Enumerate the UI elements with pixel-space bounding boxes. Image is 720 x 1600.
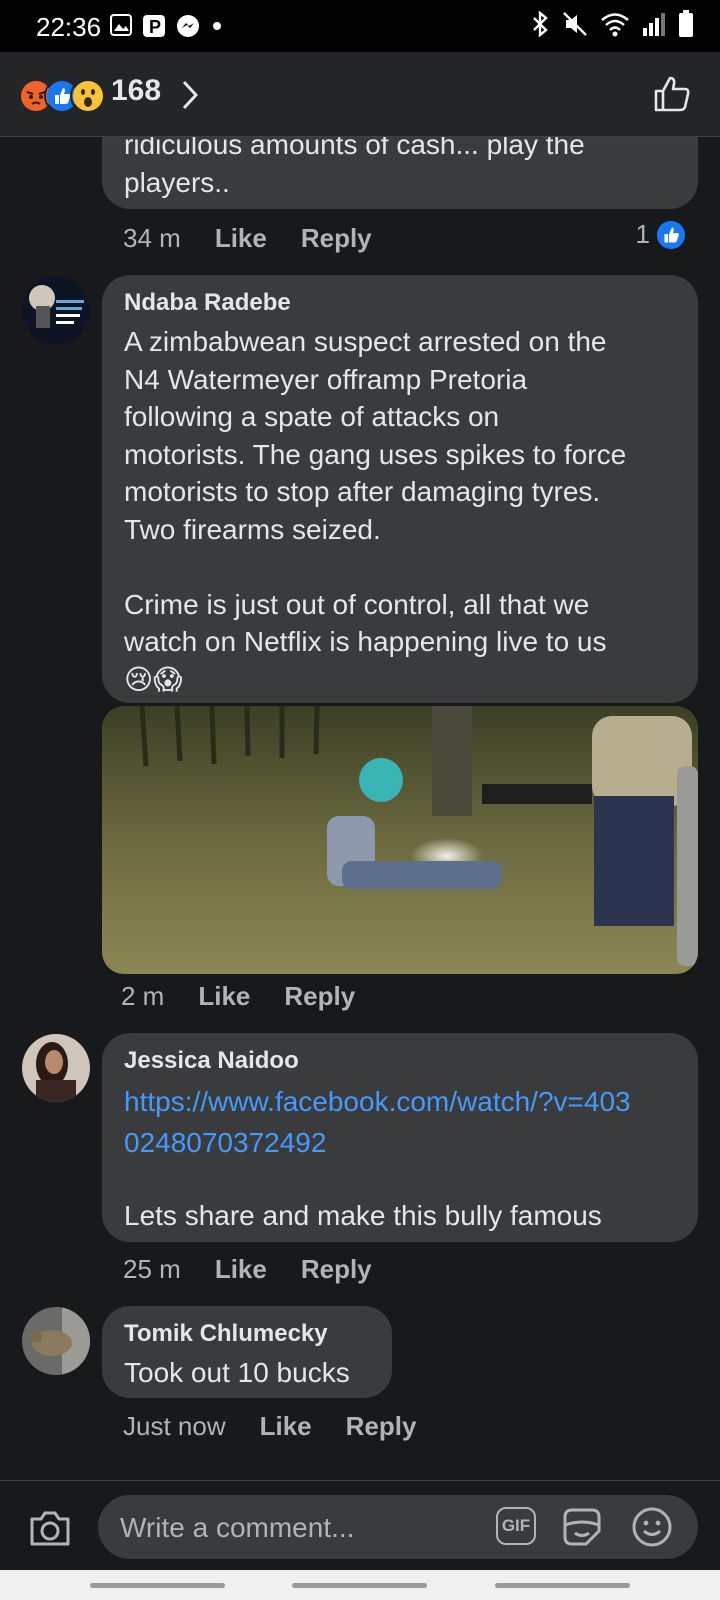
reaction-count[interactable]: 168 bbox=[111, 74, 161, 108]
gif-label: GIF bbox=[501, 1516, 531, 1535]
camera-icon[interactable] bbox=[28, 1509, 72, 1547]
emoji-icon[interactable] bbox=[630, 1505, 674, 1549]
status-time: 22:36 bbox=[36, 12, 102, 42]
comment-feed[interactable]: ridiculous amounts of cash... play the p… bbox=[0, 137, 720, 1480]
like-link[interactable]: Like bbox=[215, 1254, 267, 1285]
comment-bubble: Tomik Chlumecky Took out 10 bucks bbox=[102, 1306, 392, 1398]
comment-like-count: 1 bbox=[636, 219, 686, 250]
wow-reaction-icon bbox=[70, 78, 106, 114]
avatar-image bbox=[22, 276, 90, 344]
comment-link[interactable]: https://www.facebook.com/watch/?v=403024… bbox=[124, 1081, 644, 1163]
comment-text: Took out 10 bucks bbox=[124, 1357, 350, 1388]
arrest-photo-image bbox=[102, 706, 698, 974]
comment-emoji: 😢😱 bbox=[124, 663, 183, 695]
nav-recents-bar[interactable] bbox=[495, 1583, 630, 1588]
nav-back-bar[interactable] bbox=[90, 1583, 225, 1588]
comment-meta: Just now Like Reply bbox=[123, 1411, 450, 1442]
bluetooth-icon bbox=[533, 11, 548, 37]
reactions-header[interactable]: 168 bbox=[0, 52, 720, 137]
gif-button[interactable]: GIF bbox=[496, 1507, 536, 1545]
chevron-right-icon[interactable] bbox=[180, 78, 200, 112]
svg-text:P: P bbox=[149, 17, 161, 37]
comment-meta: 25 m Like Reply bbox=[123, 1254, 406, 1285]
avatar[interactable] bbox=[22, 1034, 90, 1102]
like-badge-icon bbox=[656, 220, 686, 249]
comment-bubble: Jessica Naidoo https://www.facebook.com/… bbox=[102, 1033, 698, 1242]
comment-composer: GIF bbox=[0, 1480, 720, 1571]
like-count-text: 1 bbox=[635, 219, 650, 249]
reply-link[interactable]: Reply bbox=[301, 223, 372, 254]
avatar-image bbox=[22, 1034, 90, 1102]
reaction-icons bbox=[18, 78, 108, 114]
like-link[interactable]: Like bbox=[198, 981, 250, 1012]
reply-link[interactable]: Reply bbox=[284, 981, 355, 1012]
messenger-icon bbox=[177, 15, 199, 37]
sticker-icon[interactable] bbox=[560, 1505, 604, 1549]
comment-field[interactable]: GIF bbox=[98, 1495, 698, 1559]
comment-text: Lets share and make this bully famous bbox=[124, 1200, 602, 1231]
comment-meta: 34 m Like Reply bbox=[123, 223, 406, 254]
avatar-image bbox=[22, 1307, 90, 1375]
comment-time: 34 m bbox=[123, 223, 181, 253]
signal-icon bbox=[643, 13, 665, 36]
system-nav-bar bbox=[0, 1570, 720, 1600]
wifi-icon bbox=[601, 13, 629, 37]
gallery-icon bbox=[110, 14, 132, 36]
comment-time: 25 m bbox=[123, 1254, 181, 1284]
avatar[interactable] bbox=[22, 1307, 90, 1375]
comment-text: A zimbabwean suspect arrested on the N4 … bbox=[124, 326, 627, 657]
comment-bubble: Ndaba Radebe A zimbabwean suspect arrest… bbox=[102, 275, 698, 703]
reply-link[interactable]: Reply bbox=[346, 1411, 417, 1442]
comment-time: Just now bbox=[123, 1411, 226, 1441]
dot-icon bbox=[213, 22, 221, 30]
status-bar: 22:36 P bbox=[0, 0, 720, 52]
nav-home-bar[interactable] bbox=[292, 1583, 427, 1588]
comment-author[interactable]: Tomik Chlumecky bbox=[124, 1320, 370, 1348]
like-link[interactable]: Like bbox=[260, 1411, 312, 1442]
comment-author[interactable]: Jessica Naidoo bbox=[124, 1047, 676, 1075]
comment-author[interactable]: Ndaba Radebe bbox=[124, 289, 676, 317]
comment-bubble: ridiculous amounts of cash... play the p… bbox=[102, 137, 698, 209]
battery-icon bbox=[679, 10, 693, 37]
comment-photo[interactable] bbox=[102, 706, 698, 974]
like-button-icon[interactable] bbox=[652, 74, 692, 114]
like-link[interactable]: Like bbox=[215, 223, 267, 254]
comment-meta: 2 m Like Reply bbox=[121, 981, 389, 1012]
mute-icon bbox=[563, 12, 587, 36]
comment-input[interactable] bbox=[118, 1505, 482, 1551]
comment-text: ridiculous amounts of cash... play the p… bbox=[124, 137, 585, 198]
avatar[interactable] bbox=[22, 276, 90, 344]
app-p-icon: P bbox=[143, 15, 165, 37]
reply-link[interactable]: Reply bbox=[301, 1254, 372, 1285]
comment-time: 2 m bbox=[121, 981, 165, 1011]
